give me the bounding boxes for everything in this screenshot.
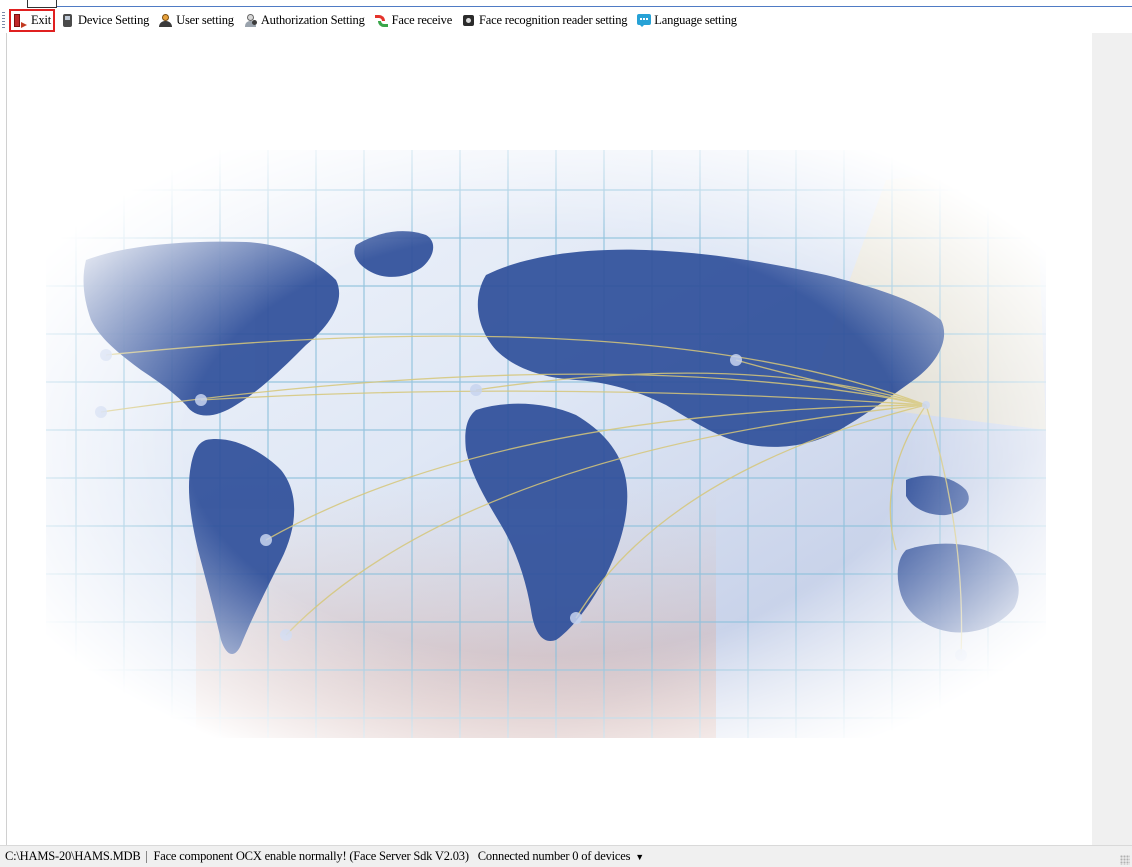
face-receive-button[interactable]: Face receive [370, 9, 456, 32]
database-path: C:\HAMS-20\HAMS.MDB [5, 849, 141, 863]
toolbar: Exit Device Setting User setting Authori… [0, 8, 1132, 33]
exit-button[interactable]: Exit [9, 9, 56, 32]
face-component-status: Face component OCX enable normally! (Fac… [153, 849, 469, 863]
device-setting-button[interactable]: Device Setting [56, 9, 153, 32]
face-recognition-reader-setting-label: Face recognition reader setting [479, 13, 628, 27]
connected-devices-status[interactable]: Connected number 0 of devices [478, 849, 631, 864]
authorization-setting-label: Authorization Setting [260, 13, 365, 27]
face-receive-icon [374, 13, 389, 28]
window-top-strip [0, 0, 1132, 8]
status-bar: C:\HAMS-20\HAMS.MDB Face component OCX e… [0, 845, 1132, 867]
exit-button-label: Exit [31, 13, 52, 27]
toolbar-grip[interactable] [2, 12, 5, 29]
device-setting-label: Device Setting [78, 13, 150, 27]
user-setting-button[interactable]: User setting [154, 9, 238, 32]
device-icon [60, 13, 75, 28]
tab-fragment [27, 0, 57, 8]
user-setting-label: User setting [176, 13, 234, 27]
exit-icon [13, 13, 28, 28]
authorization-setting-button[interactable]: Authorization Setting [239, 9, 369, 32]
reader-icon [461, 13, 476, 28]
language-setting-label: Language setting [654, 13, 737, 27]
chevron-down-icon[interactable]: ▼ [635, 852, 644, 862]
status-separator [146, 850, 148, 863]
right-panel-strip [1092, 33, 1132, 845]
language-icon [636, 13, 652, 28]
left-frame-edge [0, 33, 7, 845]
language-setting-button[interactable]: Language setting [632, 9, 741, 32]
authorization-icon [243, 13, 258, 28]
world-map-background [46, 150, 1046, 738]
resize-grip[interactable] [1120, 855, 1130, 865]
face-recognition-reader-setting-button[interactable]: Face recognition reader setting [457, 9, 631, 32]
face-receive-label: Face receive [391, 13, 453, 27]
user-icon [158, 13, 173, 28]
top-divider [57, 6, 1132, 7]
